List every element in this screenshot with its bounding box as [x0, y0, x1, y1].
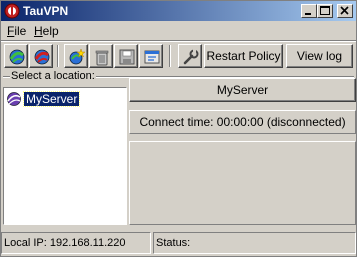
status-bar: Local IP: 192.168.11.220 Status:	[1, 231, 356, 256]
minimize-button[interactable]	[301, 4, 317, 18]
disconnect-icon	[34, 49, 50, 65]
app-logo-icon	[4, 3, 20, 19]
settings-button[interactable]	[178, 44, 202, 68]
menu-help-mnemonic: H	[34, 24, 43, 38]
app-window: TauVPN File Help Restart Policy View log…	[0, 0, 357, 257]
disconnect-button[interactable]	[29, 44, 53, 68]
toolbar-separator	[57, 45, 59, 67]
info-panel	[129, 141, 356, 225]
maximize-icon	[320, 6, 330, 15]
menu-bar: File Help	[1, 21, 356, 40]
maximize-button[interactable]	[317, 4, 333, 18]
wrench-icon	[183, 49, 199, 65]
delete-icon	[95, 50, 109, 66]
properties-button[interactable]	[139, 44, 163, 68]
save-icon	[119, 49, 135, 65]
new-location-icon	[69, 48, 86, 65]
toolbar-separator	[169, 45, 171, 67]
restart-policy-button[interactable]: Restart Policy	[204, 44, 283, 68]
connect-time-label: Connect time: 00:00:00 (disconnected)	[129, 110, 356, 134]
title-bar[interactable]: TauVPN	[1, 1, 356, 21]
server-location-icon	[7, 92, 21, 106]
server-button[interactable]: MyServer	[129, 78, 356, 102]
view-log-button[interactable]: View log	[286, 44, 353, 68]
locations-label: Select a location:	[10, 70, 96, 82]
menu-file-rest: ile	[14, 24, 27, 38]
close-button[interactable]	[337, 4, 353, 18]
new-location-button[interactable]	[64, 44, 88, 68]
properties-icon	[144, 50, 160, 64]
menu-help[interactable]: Help	[34, 24, 59, 38]
location-list[interactable]: MyServer	[3, 87, 127, 225]
save-button[interactable]	[114, 44, 138, 68]
connect-icon	[9, 49, 25, 65]
menu-help-rest: elp	[42, 24, 59, 38]
connect-button[interactable]	[4, 44, 28, 68]
close-icon	[340, 6, 349, 15]
location-name: MyServer	[22, 91, 81, 107]
toolbar-divider	[1, 40, 356, 42]
connection-status: Status:	[153, 232, 356, 254]
menu-file[interactable]: File	[7, 24, 26, 38]
delete-button[interactable]	[89, 44, 113, 68]
local-ip-status: Local IP: 192.168.11.220	[1, 232, 151, 254]
window-title: TauVPN	[23, 4, 69, 18]
minimize-icon	[305, 13, 311, 15]
